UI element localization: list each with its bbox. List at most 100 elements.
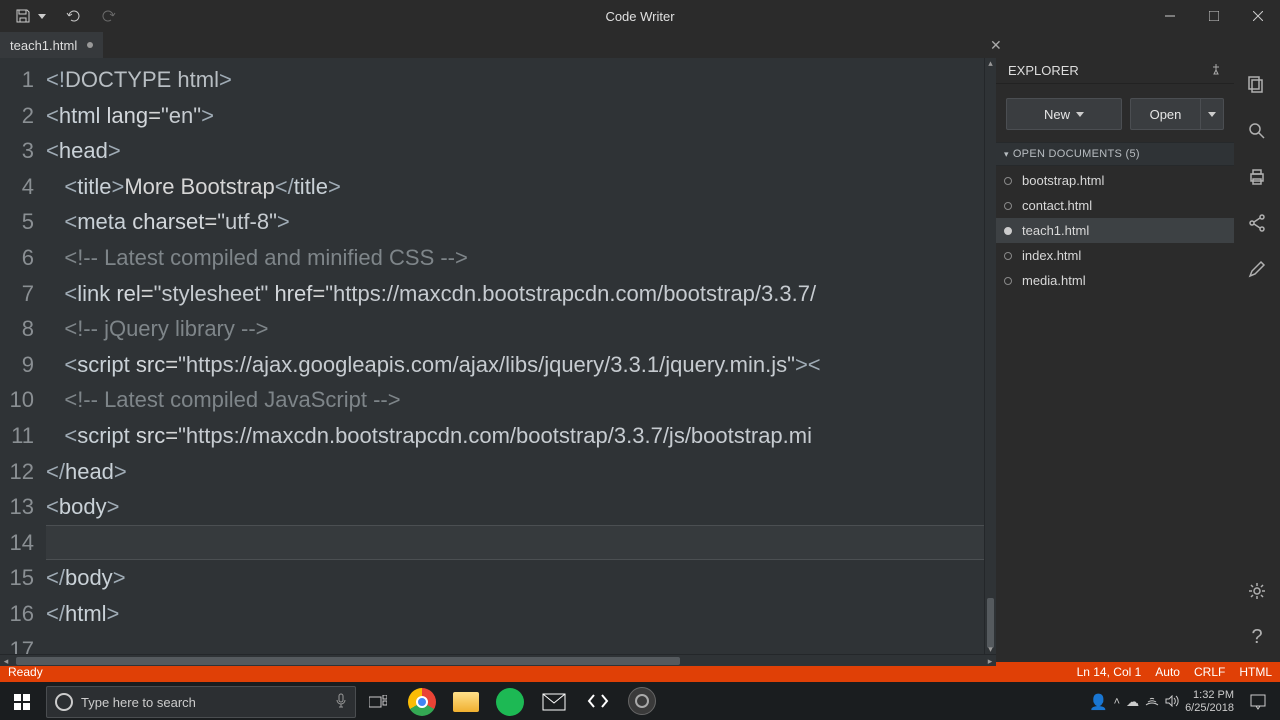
code-line[interactable]: <head>: [46, 133, 984, 169]
code-editor[interactable]: <!DOCTYPE html><html lang="en"><head> <t…: [40, 58, 984, 654]
taskbar-search[interactable]: Type here to search: [46, 686, 356, 718]
code-line[interactable]: <meta charset="utf-8">: [46, 204, 984, 240]
code-line[interactable]: <!DOCTYPE html>: [46, 62, 984, 98]
code-line[interactable]: <title>More Bootstrap</title>: [46, 169, 984, 205]
document-item[interactable]: media.html: [996, 268, 1234, 293]
settings-button[interactable]: [1240, 574, 1274, 608]
save-dropdown-icon[interactable]: [38, 14, 46, 19]
horizontal-scroll-thumb[interactable]: [16, 657, 680, 665]
doc-name: media.html: [1022, 273, 1086, 288]
task-view-button[interactable]: [356, 682, 400, 720]
tab-bar: teach1.html ✕: [0, 32, 1280, 58]
code-line[interactable]: </html>: [46, 596, 984, 632]
status-encoding[interactable]: Auto: [1155, 665, 1180, 679]
code-line[interactable]: <!-- jQuery library -->: [46, 311, 984, 347]
help-icon: ?: [1251, 626, 1262, 649]
maximize-button[interactable]: [1192, 0, 1236, 32]
title-bar: Code Writer: [0, 0, 1280, 32]
code-writer-app[interactable]: [576, 682, 620, 720]
tray-network-icon[interactable]: [1145, 695, 1159, 710]
code-line[interactable]: </head>: [46, 454, 984, 490]
app-title: Code Writer: [605, 9, 674, 24]
file-tab[interactable]: teach1.html ✕: [0, 32, 103, 58]
obs-app[interactable]: [620, 682, 664, 720]
copy-button[interactable]: [1240, 68, 1274, 102]
print-button[interactable]: [1240, 160, 1274, 194]
redo-icon: [101, 8, 117, 24]
status-position[interactable]: Ln 14, Col 1: [1077, 665, 1142, 679]
document-list: bootstrap.htmlcontact.htmlteach1.html ind…: [996, 166, 1234, 295]
tab-label: teach1.html: [10, 38, 77, 53]
line-number: 5: [0, 204, 34, 240]
line-number: 3: [0, 133, 34, 169]
tray-onedrive-icon[interactable]: ☁: [1126, 694, 1139, 710]
spotify-app[interactable]: [488, 682, 532, 720]
status-language[interactable]: HTML: [1239, 665, 1272, 679]
document-item[interactable]: teach1.html: [996, 218, 1234, 243]
file-explorer-app[interactable]: [444, 682, 488, 720]
edit-button[interactable]: [1240, 252, 1274, 286]
mail-app[interactable]: [532, 682, 576, 720]
line-number: 4: [0, 169, 34, 205]
scroll-left-icon[interactable]: ◂: [0, 655, 12, 667]
minimize-button[interactable]: [1148, 0, 1192, 32]
search-button[interactable]: [1240, 114, 1274, 148]
code-line[interactable]: <!-- Latest compiled and minified CSS --…: [46, 240, 984, 276]
document-item[interactable]: contact.html: [996, 193, 1234, 218]
mail-icon: [542, 693, 566, 711]
document-item[interactable]: index.html: [996, 243, 1234, 268]
pencil-icon: [1247, 259, 1267, 279]
print-icon: [1247, 167, 1267, 187]
scroll-right-icon[interactable]: ▸: [984, 655, 996, 667]
doc-status-icon: [1004, 202, 1012, 210]
action-center-button[interactable]: [1240, 682, 1276, 720]
explorer-panel: EXPLORER New Open ▾ OPEN DOCUMENTS (5): [996, 58, 1234, 662]
tray-people-icon[interactable]: 👤: [1089, 693, 1108, 711]
caret-down-icon: ▾: [1004, 149, 1009, 160]
scroll-down-icon[interactable]: ▾: [985, 644, 996, 654]
tab-close-button[interactable]: ✕: [970, 37, 1002, 54]
new-button[interactable]: New: [1006, 98, 1122, 130]
document-item[interactable]: bootstrap.html: [996, 168, 1234, 193]
close-button[interactable]: [1236, 0, 1280, 32]
help-button[interactable]: ?: [1240, 620, 1274, 654]
chrome-app[interactable]: [400, 682, 444, 720]
code-line[interactable]: <!-- Latest compiled JavaScript -->: [46, 382, 984, 418]
tray-clock[interactable]: 1:32 PM 6/25/2018: [1185, 689, 1234, 715]
share-button[interactable]: [1240, 206, 1274, 240]
tray-date: 6/25/2018: [1185, 702, 1234, 715]
tray-volume-icon[interactable]: [1165, 695, 1179, 710]
code-line[interactable]: <link rel="stylesheet" href="https://max…: [46, 276, 984, 312]
code-line[interactable]: <script src="https://ajax.googleapis.com…: [46, 347, 984, 383]
code-line[interactable]: <body>: [46, 489, 984, 525]
open-dropdown-button[interactable]: [1200, 98, 1224, 130]
code-line[interactable]: [46, 632, 984, 655]
copy-icon: [1247, 75, 1267, 95]
status-eol[interactable]: CRLF: [1194, 665, 1225, 679]
line-number: 10: [0, 382, 34, 418]
tray-expand-icon[interactable]: ˄: [1114, 696, 1120, 708]
search-placeholder: Type here to search: [81, 695, 196, 710]
undo-button[interactable]: [56, 0, 90, 32]
open-button[interactable]: Open: [1130, 98, 1200, 130]
start-button[interactable]: [0, 682, 44, 720]
microphone-icon[interactable]: [335, 693, 347, 712]
code-line[interactable]: [46, 525, 984, 561]
code-line[interactable]: </body>: [46, 560, 984, 596]
line-number: 6: [0, 240, 34, 276]
redo-button[interactable]: [92, 0, 126, 32]
save-icon: [15, 8, 31, 24]
line-number: 7: [0, 276, 34, 312]
horizontal-scrollbar[interactable]: ◂ ▸: [0, 654, 996, 666]
vertical-scrollbar[interactable]: ▴ ▾: [984, 58, 996, 654]
scroll-up-icon[interactable]: ▴: [985, 58, 996, 68]
code-line[interactable]: <script src="https://maxcdn.bootstrapcdn…: [46, 418, 984, 454]
open-documents-header[interactable]: ▾ OPEN DOCUMENTS (5): [996, 142, 1234, 166]
pin-button[interactable]: [1210, 63, 1222, 78]
line-number: 8: [0, 311, 34, 347]
doc-status-icon: [1004, 227, 1012, 235]
vertical-scroll-thumb[interactable]: [987, 598, 994, 648]
save-button[interactable]: [6, 0, 40, 32]
code-line[interactable]: <html lang="en">: [46, 98, 984, 134]
doc-name: index.html: [1022, 248, 1081, 263]
